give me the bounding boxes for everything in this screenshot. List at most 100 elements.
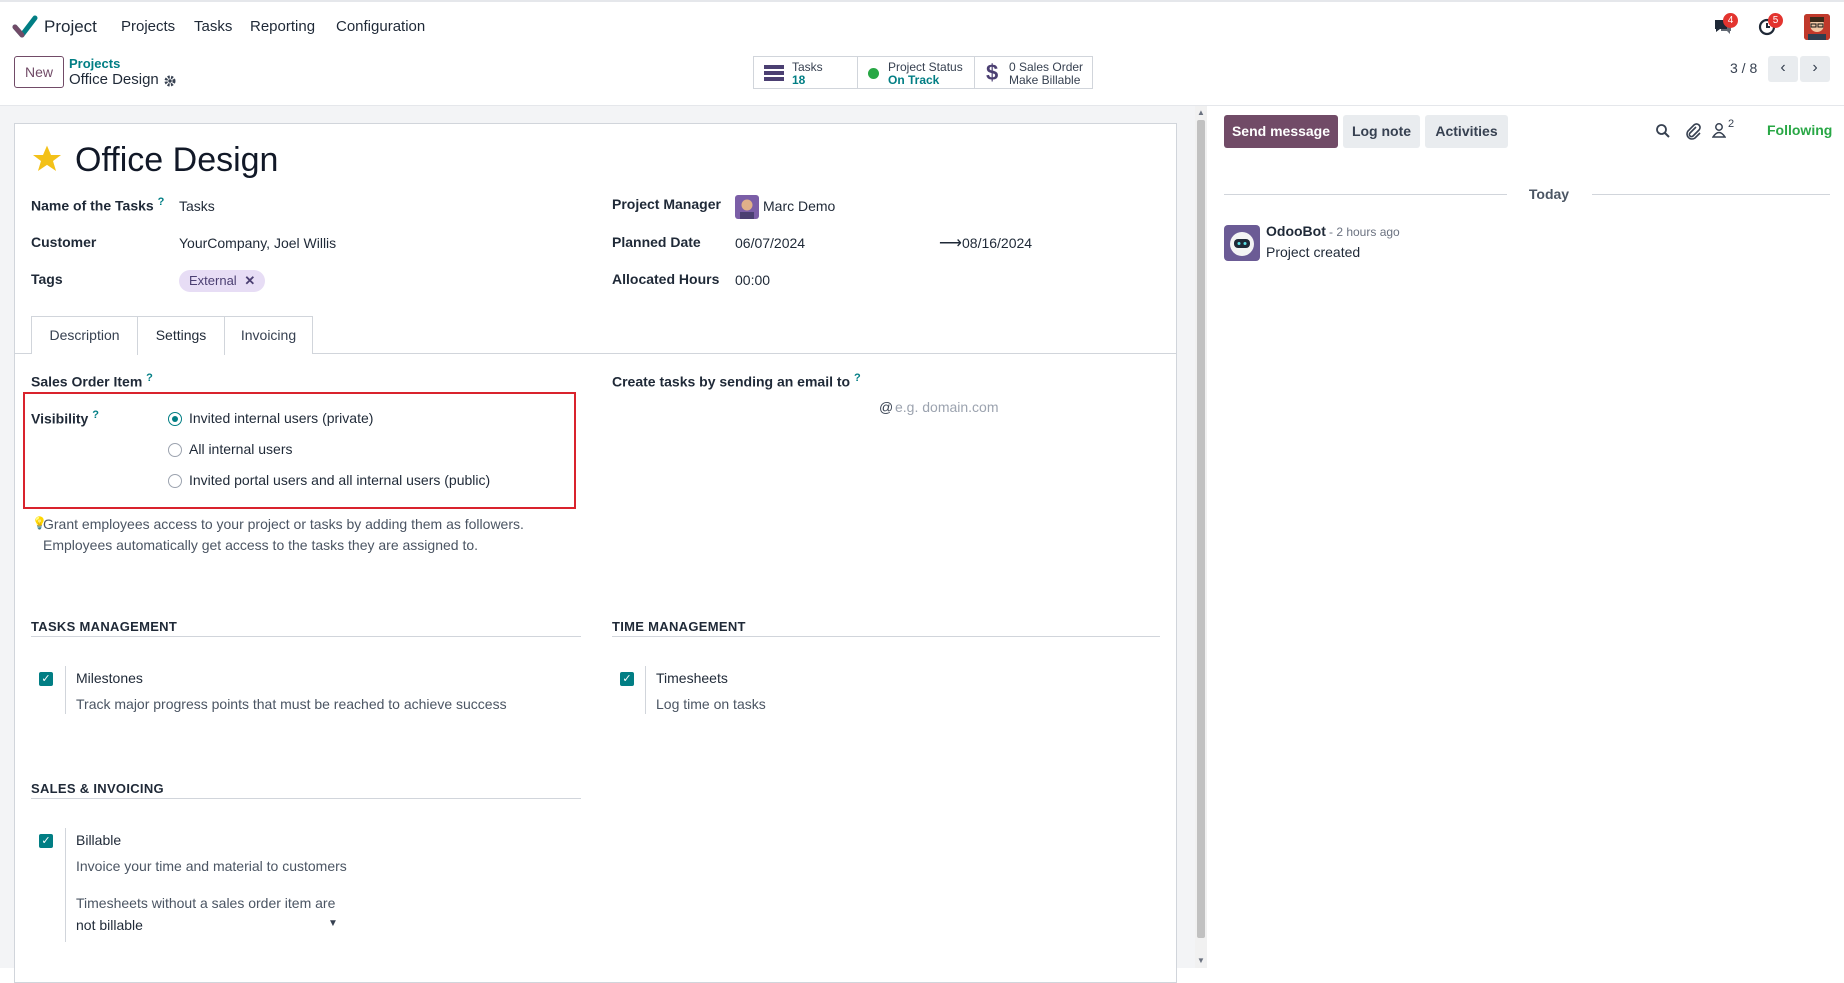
odoobot-avatar bbox=[1224, 225, 1260, 261]
field-label-customer: Customer bbox=[31, 234, 97, 250]
planned-date-end[interactable]: 08/16/2024 bbox=[962, 235, 1032, 251]
task-name-label-text: Name of the Tasks bbox=[31, 197, 154, 214]
tab-invoicing[interactable]: Invoicing bbox=[224, 316, 313, 354]
caret-down-icon: ▼ bbox=[328, 918, 338, 929]
pager-next-button[interactable]: › bbox=[1800, 56, 1830, 82]
visibility-hint-line1: Grant employees access to your project o… bbox=[43, 516, 524, 532]
billable-checkbox[interactable]: ✓ bbox=[39, 834, 53, 848]
chevron-left-icon: ‹ bbox=[1780, 59, 1786, 76]
radio-internal[interactable] bbox=[168, 443, 182, 457]
help-icon[interactable]: ? bbox=[92, 409, 99, 421]
message-body: Project created bbox=[1266, 244, 1361, 260]
control-panel: New Projects Office Design Tasks 18 Proj… bbox=[0, 50, 1844, 106]
section-sales-invoicing: SALES & INVOICING bbox=[31, 781, 164, 796]
help-icon[interactable]: ? bbox=[158, 196, 165, 208]
help-icon[interactable]: ? bbox=[854, 372, 861, 384]
form-sheet bbox=[14, 123, 1177, 983]
smart-tasks-label: Tasks bbox=[792, 60, 823, 74]
smart-sales-action: Make Billable bbox=[1009, 73, 1081, 87]
timesheets-description: Log time on tasks bbox=[656, 696, 766, 712]
tag-badge[interactable]: External ✕ bbox=[179, 270, 266, 292]
timesheets-checkbox[interactable]: ✓ bbox=[620, 672, 634, 686]
following-button[interactable]: Following bbox=[1767, 122, 1832, 138]
pager-previous-button[interactable]: ‹ bbox=[1768, 56, 1798, 82]
user-avatar-icon bbox=[1804, 14, 1830, 40]
milestones-description: Track major progress points that must be… bbox=[76, 696, 507, 712]
date-divider-left bbox=[1224, 194, 1507, 195]
menu-configuration[interactable]: Configuration bbox=[336, 18, 425, 35]
section-tasks-management: TASKS MANAGEMENT bbox=[31, 619, 178, 634]
smart-button-sales-order[interactable]: $ 0 Sales Order Make Billable bbox=[974, 56, 1093, 89]
scroll-down-icon[interactable]: ▼ bbox=[1197, 956, 1205, 965]
app-name[interactable]: Project bbox=[44, 17, 97, 37]
arrow-right-icon: ⟶ bbox=[939, 235, 962, 252]
section-divider bbox=[31, 636, 581, 637]
visibility-hint-line2: Employees automatically get access to th… bbox=[43, 537, 479, 553]
followers-button[interactable]: 2 bbox=[1711, 118, 1740, 140]
breadcrumb-projects[interactable]: Projects bbox=[69, 56, 120, 71]
smart-sales-label: 0 Sales Order bbox=[1009, 60, 1084, 74]
log-note-button[interactable]: Log note bbox=[1343, 115, 1420, 148]
user-avatar[interactable] bbox=[1804, 14, 1830, 40]
field-label-visibility: Visibility ? bbox=[31, 409, 99, 427]
project-app-logo[interactable] bbox=[12, 14, 38, 40]
visibility-option-label: Invited portal users and all internal us… bbox=[189, 472, 491, 488]
send-message-button[interactable]: Send message bbox=[1224, 115, 1338, 148]
smart-status-label: Project Status bbox=[888, 60, 963, 74]
pager-value[interactable]: 3 / 8 bbox=[1730, 60, 1757, 76]
activities-button[interactable]: Activities bbox=[1425, 115, 1508, 148]
tab-settings[interactable]: Settings bbox=[137, 316, 225, 355]
tab-description[interactable]: Description bbox=[31, 316, 138, 354]
setting-divider bbox=[65, 666, 66, 714]
email-domain-input[interactable]: e.g. domain.com bbox=[895, 399, 999, 415]
scroll-up-icon[interactable]: ▲ bbox=[1197, 108, 1205, 117]
smart-button-project-status[interactable]: Project Status On Track bbox=[857, 56, 975, 89]
customer-field[interactable]: YourCompany, Joel Willis bbox=[179, 235, 336, 251]
manager-avatar bbox=[735, 195, 759, 219]
menu-tasks[interactable]: Tasks bbox=[194, 18, 232, 35]
field-label-project-manager: Project Manager bbox=[612, 196, 721, 212]
messages-button[interactable]: 4 bbox=[1713, 13, 1738, 38]
planned-date-start[interactable]: 06/07/2024 bbox=[735, 235, 805, 251]
help-icon[interactable]: ? bbox=[146, 372, 153, 384]
star-icon[interactable] bbox=[31, 143, 63, 175]
date-separator: Today bbox=[1528, 186, 1570, 202]
at-icon: @ bbox=[879, 399, 894, 415]
radio-private[interactable] bbox=[168, 412, 182, 426]
billable-description: Invoice your time and material to custom… bbox=[76, 858, 347, 874]
allocated-hours-field[interactable]: 00:00 bbox=[735, 272, 770, 288]
field-label-task-name: Name of the Tasks ? bbox=[31, 196, 164, 214]
field-label-allocated-hours: Allocated Hours bbox=[612, 271, 720, 287]
smart-status-value: On Track bbox=[888, 73, 940, 87]
timesheets-without-so-label: Timesheets without a sales order item ar… bbox=[76, 895, 336, 911]
billable-type-select[interactable]: not billable ▼ bbox=[76, 916, 340, 938]
gear-icon[interactable] bbox=[163, 74, 177, 88]
smart-button-tasks[interactable]: Tasks 18 bbox=[753, 56, 858, 89]
radio-public[interactable] bbox=[168, 474, 182, 488]
activities-button[interactable]: 5 bbox=[1758, 13, 1783, 38]
project-title[interactable]: Office Design bbox=[75, 141, 278, 180]
setting-divider bbox=[645, 666, 646, 714]
dollar-icon: $ bbox=[986, 60, 999, 85]
tag-remove-icon[interactable]: ✕ bbox=[244, 273, 255, 288]
chatter-panel: Send message Log note Activities 2 Follo… bbox=[1207, 106, 1844, 968]
message-author[interactable]: OdooBot bbox=[1266, 223, 1326, 239]
menu-projects[interactable]: Projects bbox=[121, 18, 175, 35]
field-label-sales-order-item: Sales Order Item ? bbox=[31, 372, 153, 390]
form-scrollbar[interactable]: ▲ ▼ bbox=[1195, 106, 1207, 968]
breadcrumb-current: Office Design bbox=[69, 71, 159, 88]
setting-divider bbox=[65, 828, 66, 942]
search-icon[interactable] bbox=[1655, 123, 1671, 139]
followers-count: 2 bbox=[1728, 118, 1735, 130]
status-dot-icon bbox=[868, 68, 879, 79]
paperclip-icon[interactable] bbox=[1685, 122, 1701, 140]
milestones-checkbox[interactable]: ✓ bbox=[39, 672, 53, 686]
menu-reporting[interactable]: Reporting bbox=[250, 18, 315, 35]
activities-badge: 5 bbox=[1768, 13, 1783, 28]
scrollbar-thumb[interactable] bbox=[1197, 120, 1205, 938]
project-manager-field[interactable]: Marc Demo bbox=[763, 198, 835, 214]
task-name-field[interactable]: Tasks bbox=[179, 198, 215, 214]
new-button[interactable]: New bbox=[14, 56, 64, 88]
field-label-tags: Tags bbox=[31, 271, 63, 287]
visibility-option-label: Invited internal users (private) bbox=[189, 410, 374, 426]
